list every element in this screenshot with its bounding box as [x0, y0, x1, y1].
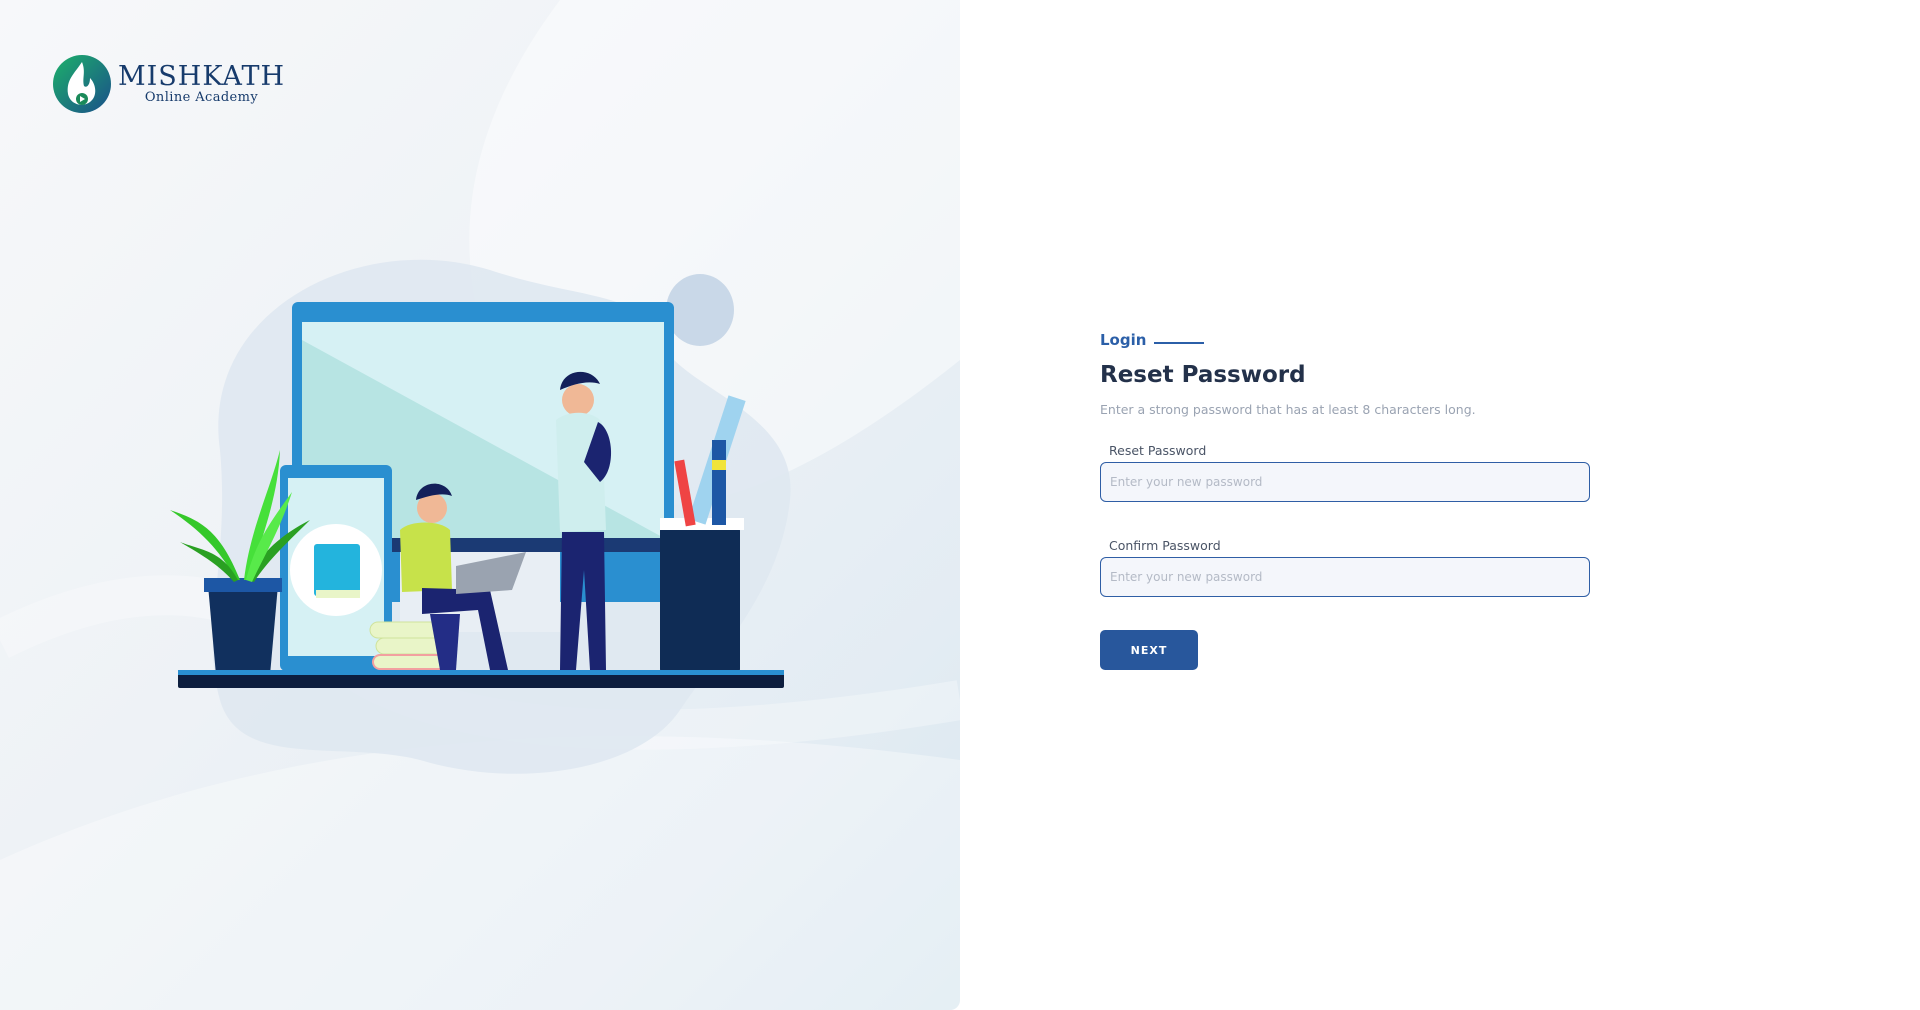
reset-password-input[interactable] — [1100, 462, 1590, 502]
next-button[interactable]: NEXT — [1100, 630, 1198, 670]
page-title: Reset Password — [1100, 362, 1306, 388]
reset-password-label: Reset Password — [1109, 443, 1207, 458]
confirm-password-input[interactable] — [1100, 557, 1590, 597]
confirm-password-field: Confirm Password — [1100, 538, 1590, 597]
tab-active-indicator — [1154, 342, 1205, 344]
brand-subtitle: Online Academy — [144, 90, 259, 105]
tab-login-label: Login — [1100, 331, 1147, 349]
small-blob — [666, 274, 734, 346]
reset-password-form: Login Reset Password Enter a strong pass… — [1100, 328, 1590, 670]
brand-logo[interactable]: MISHKATH Online Academy — [52, 54, 285, 114]
brand-text: MISHKATH Online Academy — [118, 63, 285, 105]
left-panel: MISHKATH Online Academy — [0, 0, 960, 1010]
page-subtitle: Enter a strong password that has at leas… — [1100, 402, 1476, 417]
tab-login[interactable]: Login — [1100, 328, 1590, 352]
brand-title: MISHKATH — [118, 61, 286, 92]
reset-password-field: Reset Password — [1100, 443, 1590, 502]
book-icon — [314, 544, 360, 596]
confirm-password-label: Confirm Password — [1109, 538, 1221, 553]
study-illustration — [170, 259, 791, 774]
pencil-cup — [660, 525, 740, 675]
flame-play-logo-icon — [53, 55, 111, 113]
